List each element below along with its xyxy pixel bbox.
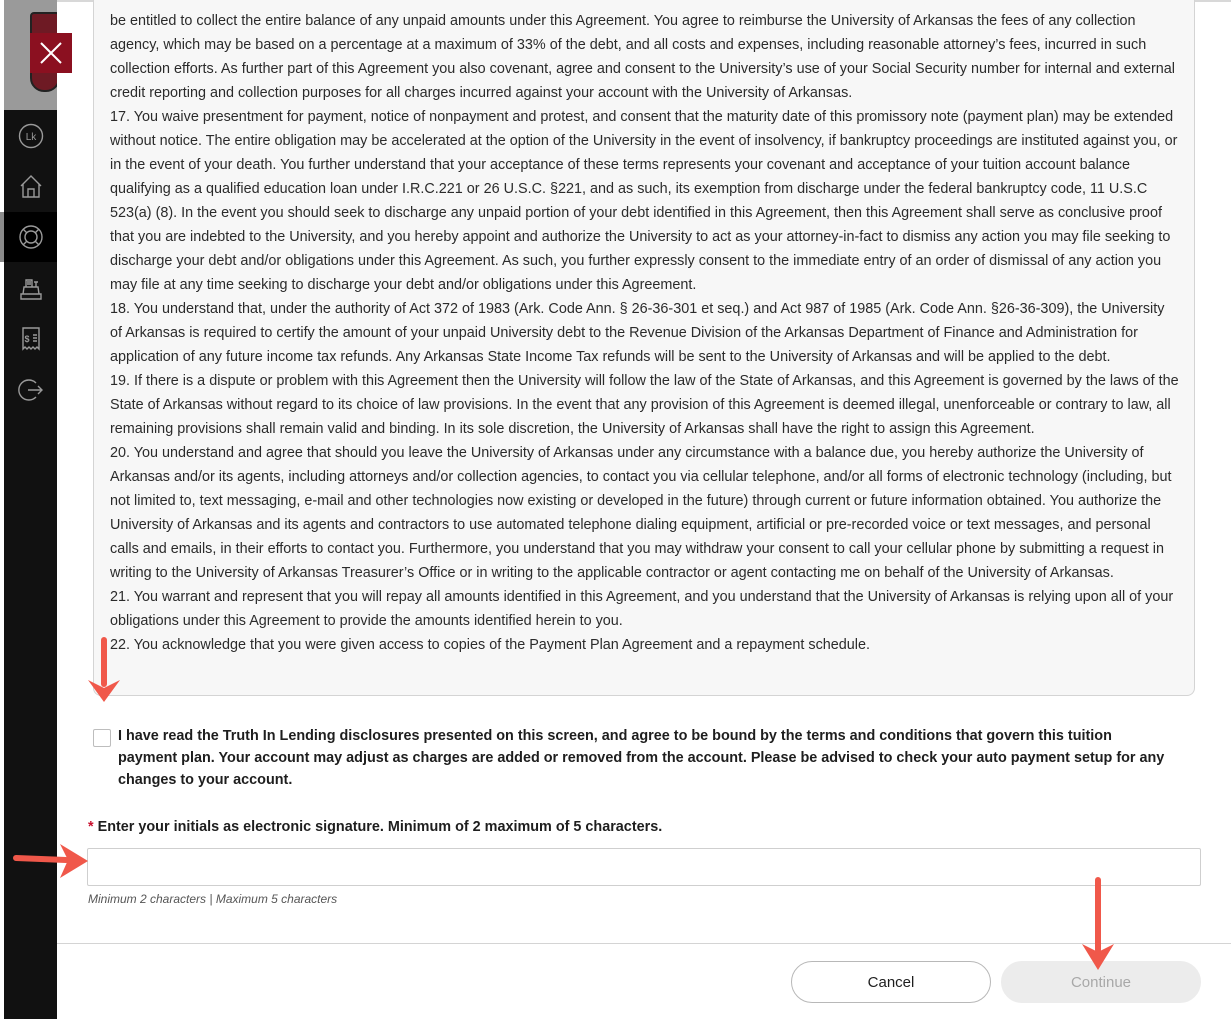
svg-text:Lk: Lk	[25, 132, 37, 143]
cancel-button[interactable]: Cancel	[791, 961, 991, 1003]
initials-icon: Lk	[18, 123, 43, 149]
consent-checkbox[interactable]	[93, 729, 111, 747]
close-icon	[40, 42, 62, 64]
receipt-icon: $	[21, 327, 40, 351]
sidebar-item-help[interactable]	[0, 212, 57, 262]
agreement-paragraph: be entitled to collect the entire balanc…	[110, 13, 1175, 101]
sidebar-item-home[interactable]	[4, 161, 57, 211]
required-marker: *	[88, 819, 94, 835]
agreement-paragraph: 18. You understand that, under the autho…	[110, 301, 1165, 365]
consent-row: I have read the Truth In Lending disclos…	[93, 725, 1173, 791]
cash-register-icon	[19, 279, 42, 300]
sidebar-item-statements[interactable]: $	[4, 314, 57, 364]
svg-text:$: $	[24, 334, 29, 344]
signature-label-text: Enter your initials as electronic signat…	[97, 819, 663, 835]
agreement-terms-box[interactable]: be entitled to collect the entire balanc…	[93, 0, 1195, 696]
footer-divider	[57, 943, 1231, 944]
agreement-paragraph: 21. You warrant and represent that you w…	[110, 589, 1174, 629]
sidebar-item-payments[interactable]	[4, 264, 57, 314]
continue-button[interactable]: Continue	[1001, 961, 1201, 1003]
close-modal-button[interactable]	[30, 33, 72, 73]
agreement-paragraph: 22. You acknowledge that you were given …	[110, 637, 870, 653]
sidebar-item-logout[interactable]	[4, 365, 57, 415]
consent-label: I have read the Truth In Lending disclos…	[118, 728, 1165, 788]
lifebuoy-icon	[18, 225, 43, 249]
initials-signature-input[interactable]	[87, 848, 1201, 886]
sidebar-item-account[interactable]: Lk	[4, 111, 57, 161]
signature-help-text: Minimum 2 characters | Maximum 5 charact…	[88, 892, 338, 906]
agreement-paragraph: 19. If there is a dispute or problem wit…	[110, 373, 1179, 437]
agreement-paragraph: 17. You waive presentment for payment, n…	[110, 109, 1178, 293]
signature-label: * Enter your initials as electronic signa…	[88, 819, 662, 835]
app-sidebar: Lk $	[0, 0, 57, 1019]
agreement-paragraph: 20. You understand and agree that should…	[110, 445, 1172, 581]
arrow-down-icon	[1082, 877, 1114, 970]
home-icon	[20, 175, 41, 198]
logout-icon	[17, 379, 43, 401]
